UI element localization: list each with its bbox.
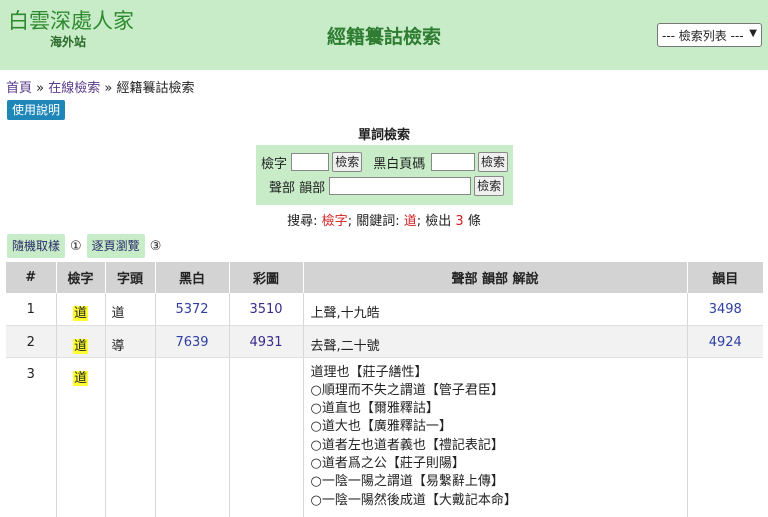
search-char-highlight: 道 — [72, 338, 88, 354]
result-nav: 隨機取樣 ① 逐頁瀏覽 ③ — [7, 234, 166, 258]
summary-keyword-label: 關鍵詞: — [356, 214, 400, 229]
results-table: # 檢字 字頭 黑白 彩圖 聲部 韻部 解說 韻目 1 道 道 5372 351… — [6, 262, 763, 517]
definition-line: ○一陰一陽然後成道【大戴記本命】 — [310, 492, 517, 508]
bw-page-cell — [155, 357, 230, 517]
description: 上聲,十九皓 — [303, 293, 688, 325]
page-search-button[interactable]: 檢索 — [477, 152, 508, 172]
row-number: 1 — [6, 293, 57, 325]
summary-count: 3 — [455, 214, 464, 229]
col-number: # — [6, 262, 57, 293]
rhyme-link[interactable]: 4924 — [709, 335, 742, 350]
definition-line: ○道者左也道者義也【禮記表記】 — [310, 437, 504, 453]
site-logo[interactable]: 白雲深處人家 海外站 — [8, 8, 138, 60]
rhyme-search-button[interactable]: 檢索 — [474, 176, 505, 196]
mode-indicator-1: ① — [70, 238, 82, 254]
definition-line: ○道大也【廣雅釋詁一】 — [310, 419, 452, 435]
breadcrumb-separator: » — [36, 81, 45, 96]
mode-indicator-3: ③ — [149, 238, 162, 254]
definition-line: ○一陰一陽之謂道【易繫辭上傳】 — [310, 474, 504, 490]
row-number: 2 — [6, 324, 57, 358]
breadcrumb-separator: » — [104, 81, 113, 96]
bw-page-link[interactable]: 5372 — [175, 302, 208, 317]
col-color-page: 彩圖 — [229, 262, 304, 293]
summary-query: 檢字 — [321, 214, 348, 229]
search-list-select[interactable]: --- 檢索列表 --- ▼ — [657, 23, 762, 47]
rhyme-cell — [687, 357, 763, 517]
help-button[interactable]: 使用說明 — [7, 100, 66, 120]
char-search-button[interactable]: 檢索 — [332, 152, 363, 172]
char-label: 檢字 — [261, 156, 288, 172]
select-value: --- 檢索列表 --- — [662, 28, 744, 43]
table-row: 1 道 道 5372 3510 上聲,十九皓 3498 — [6, 293, 763, 325]
head-char: 導 — [105, 324, 156, 358]
table-row: 2 道 導 7639 4931 去聲,二十號 4924 — [6, 324, 763, 358]
summary-count-label: 檢出 — [425, 214, 452, 229]
char-input[interactable] — [291, 153, 330, 171]
summary-unit: 條 — [467, 214, 481, 229]
breadcrumb-online-search[interactable]: 在線檢索 — [48, 81, 100, 96]
site-header: 白雲深處人家 海外站 經籍籑詁檢索 --- 檢索列表 --- ▼ — [0, 0, 768, 70]
head-char — [105, 357, 156, 517]
rhyme-link[interactable]: 3498 — [709, 302, 742, 317]
summary-keyword: 道 — [403, 214, 417, 229]
color-page-link[interactable]: 3510 — [249, 302, 282, 317]
search-char-highlight: 道 — [72, 306, 88, 321]
color-page-cell — [229, 357, 304, 517]
page-input[interactable] — [431, 153, 475, 171]
search-form: 檢字 檢索 黑白頁碼 檢索 聲部 韻部 檢索 — [256, 145, 513, 205]
description: 去聲,二十號 — [303, 324, 688, 358]
search-char-highlight: 道 — [72, 370, 88, 386]
rhyme-input[interactable] — [329, 177, 472, 195]
definition-line: ○順理而不失之謂道【管子君臣】 — [310, 382, 504, 398]
definition-line: ○道直也【爾雅釋詁】 — [310, 401, 439, 417]
logo-text: 白雲深處人家 — [8, 9, 134, 33]
row-number: 3 — [6, 357, 57, 517]
breadcrumb-current: 經籍籑詁檢索 — [116, 81, 195, 96]
table-header-row: # 檢字 字頭 黑白 彩圖 聲部 韻部 解說 韻目 — [6, 262, 763, 293]
head-char: 道 — [105, 293, 156, 325]
col-search-char: 檢字 — [56, 262, 106, 293]
random-sample-button[interactable]: 隨機取樣 — [7, 234, 66, 258]
color-page-link[interactable]: 4931 — [249, 335, 282, 350]
page-label: 黑白頁碼 — [373, 156, 426, 172]
breadcrumb-home[interactable]: 首頁 — [6, 81, 32, 96]
browse-pages-button[interactable]: 逐頁瀏覽 — [86, 234, 145, 258]
col-head-char: 字頭 — [105, 262, 156, 293]
breadcrumb: 首頁 » 在線檢索 » 經籍籑詁檢索 — [6, 77, 195, 96]
definition-line: 道理也【莊子繕性】 — [310, 364, 428, 380]
description-lines: 道理也【莊子繕性】 ○順理而不失之謂道【管子君臣】 ○道直也【爾雅釋詁】 ○道大… — [303, 357, 688, 517]
logo-subtitle: 海外站 — [50, 35, 87, 49]
definition-line: ○道者爲之公【莊子則陽】 — [310, 455, 465, 471]
bw-page-link[interactable]: 7639 — [175, 335, 208, 350]
table-row: 3 道 道理也【莊子繕性】 ○順理而不失之謂道【管子君臣】 ○道直也【爾雅釋詁】… — [6, 357, 763, 517]
search-summary: 搜尋: 檢字; 關鍵詞: 道; 檢出 3 條 — [287, 214, 481, 229]
search-section-title: 單詞檢索 — [357, 128, 410, 143]
col-bw-page: 黑白 — [155, 262, 230, 293]
col-rhyme: 韻目 — [687, 262, 763, 293]
summary-prefix: 搜尋: — [287, 214, 318, 229]
chevron-down-icon: ▼ — [749, 28, 757, 39]
rhyme-label: 聲部 韻部 — [269, 180, 326, 196]
col-description: 聲部 韻部 解說 — [303, 262, 688, 293]
